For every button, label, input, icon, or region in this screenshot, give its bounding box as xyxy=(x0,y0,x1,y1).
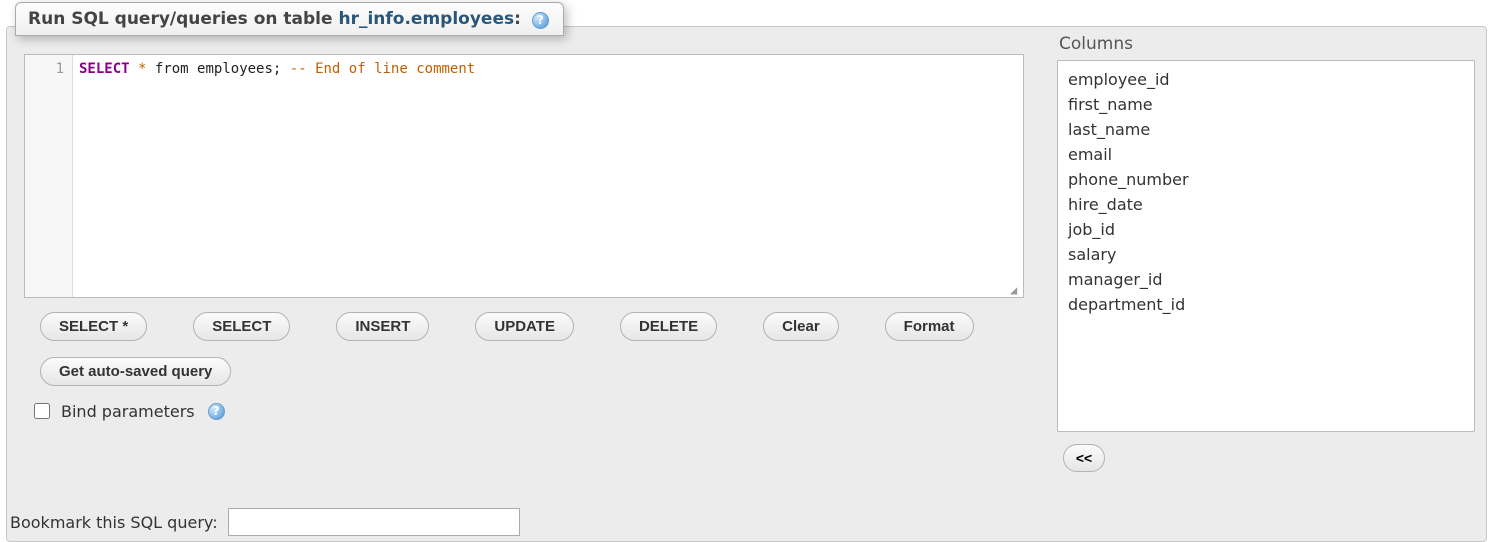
panel-header-tab: Run SQL query/queries on table hr_info.e… xyxy=(15,2,564,36)
insert-column-button[interactable]: << xyxy=(1063,444,1105,472)
column-item[interactable]: employee_id xyxy=(1068,67,1464,92)
column-item[interactable]: email xyxy=(1068,142,1464,167)
title-suffix: : xyxy=(514,9,521,29)
insert-column-row: << xyxy=(1063,444,1477,472)
column-item[interactable]: phone_number xyxy=(1068,167,1464,192)
column-item[interactable]: hire_date xyxy=(1068,192,1464,217)
editor-code-area[interactable]: SELECT * from employees; -- End of line … xyxy=(73,55,1023,297)
column-item[interactable]: first_name xyxy=(1068,92,1464,117)
table-name: hr_info.employees xyxy=(338,9,514,29)
editor-gutter: 1 xyxy=(25,55,73,297)
token-semi: ; xyxy=(273,61,281,77)
insert-button[interactable]: INSERT xyxy=(336,312,429,341)
update-button[interactable]: UPDATE xyxy=(475,312,574,341)
column-item[interactable]: manager_id xyxy=(1068,267,1464,292)
token-keyword: SELECT xyxy=(79,61,130,77)
token-comment: -- End of line comment xyxy=(290,61,475,77)
line-number: 1 xyxy=(25,61,64,77)
token-star: * xyxy=(138,61,146,77)
columns-listbox[interactable]: employee_id first_name last_name email p… xyxy=(1057,60,1475,432)
bind-parameters-label: Bind parameters xyxy=(61,402,195,421)
select-button[interactable]: SELECT xyxy=(193,312,290,341)
column-item[interactable]: department_id xyxy=(1068,292,1464,317)
columns-panel: Columns employee_id first_name last_name… xyxy=(1047,26,1487,542)
auto-saved-row: Get auto-saved query xyxy=(40,357,1024,386)
bookmark-row: Bookmark this SQL query: xyxy=(6,508,520,536)
bind-parameters-row: Bind parameters ? xyxy=(30,400,1024,422)
bookmark-label: Bookmark this SQL query: xyxy=(10,513,218,532)
column-item[interactable]: last_name xyxy=(1068,117,1464,142)
query-template-buttons: SELECT * SELECT INSERT UPDATE DELETE Cle… xyxy=(40,312,1024,341)
select-star-button[interactable]: SELECT * xyxy=(40,312,147,341)
sql-query-panel: Run SQL query/queries on table hr_info.e… xyxy=(0,0,1493,542)
clear-button[interactable]: Clear xyxy=(763,312,839,341)
help-icon[interactable]: ? xyxy=(208,403,225,420)
left-area: 1 SELECT * from employees; -- End of lin… xyxy=(6,26,1036,542)
title-prefix: Run SQL query/queries on table xyxy=(28,9,338,29)
bookmark-input[interactable] xyxy=(228,508,520,536)
help-icon[interactable]: ? xyxy=(532,12,549,29)
delete-button[interactable]: DELETE xyxy=(620,312,717,341)
sql-editor[interactable]: 1 SELECT * from employees; -- End of lin… xyxy=(24,54,1024,298)
bind-parameters-checkbox[interactable] xyxy=(34,403,50,419)
panel-title: Run SQL query/queries on table hr_info.e… xyxy=(28,9,527,29)
columns-title: Columns xyxy=(1059,34,1477,54)
get-auto-saved-button[interactable]: Get auto-saved query xyxy=(40,357,231,386)
token-from: from xyxy=(155,61,189,77)
resize-grip-icon[interactable]: ◢ xyxy=(1010,284,1022,296)
token-table: employees xyxy=(197,61,273,77)
column-item[interactable]: job_id xyxy=(1068,217,1464,242)
format-button[interactable]: Format xyxy=(885,312,974,341)
column-item[interactable]: salary xyxy=(1068,242,1464,267)
